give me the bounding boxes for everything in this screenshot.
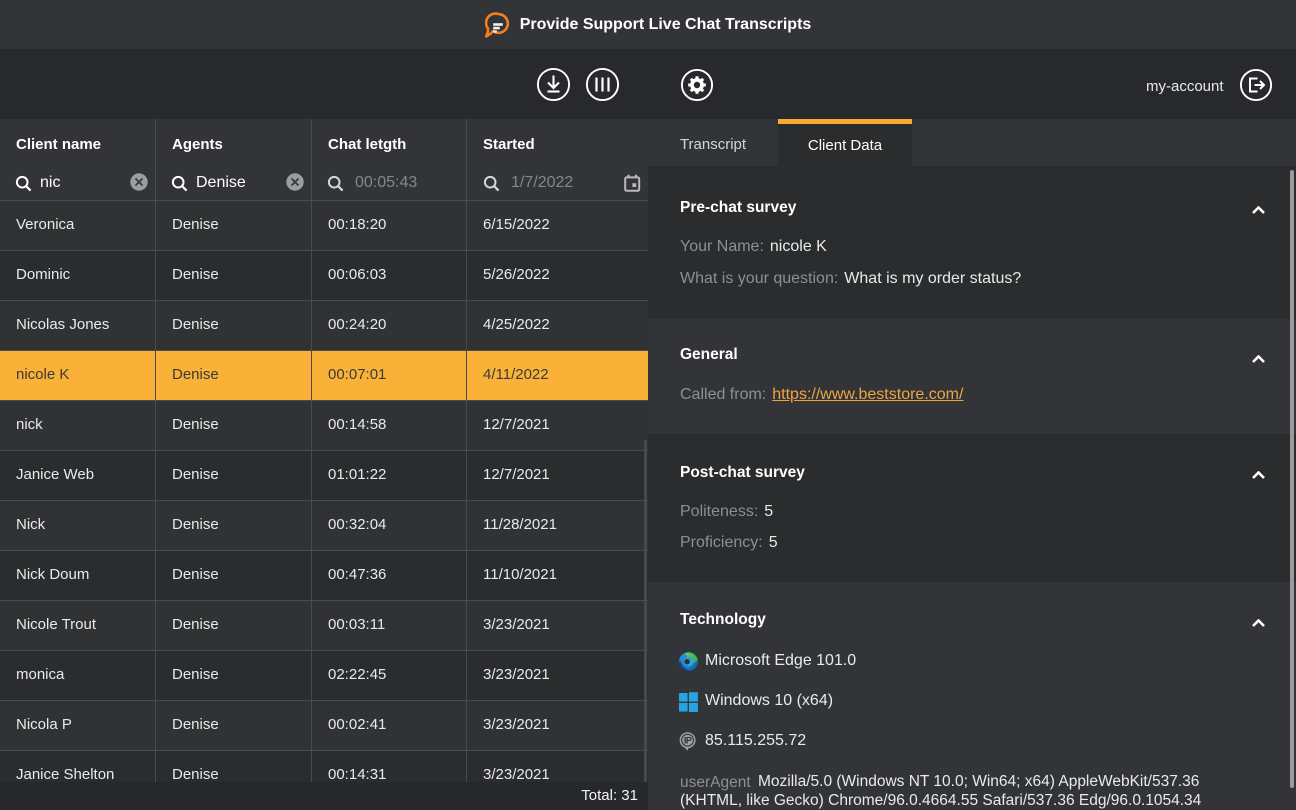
svg-text:IP: IP [684, 735, 692, 745]
